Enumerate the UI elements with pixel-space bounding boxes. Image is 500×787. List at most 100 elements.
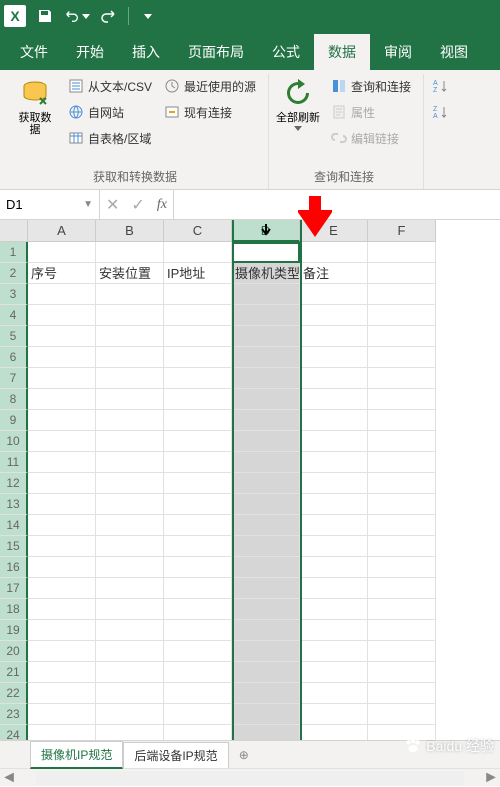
cell[interactable] bbox=[164, 326, 232, 347]
formula-input[interactable] bbox=[174, 190, 500, 219]
refresh-all-button[interactable]: 全部刷新 bbox=[273, 74, 323, 166]
cell[interactable] bbox=[300, 347, 368, 368]
cell[interactable] bbox=[300, 389, 368, 410]
cell[interactable] bbox=[28, 389, 96, 410]
cell[interactable] bbox=[232, 641, 300, 662]
cell[interactable] bbox=[28, 683, 96, 704]
cell[interactable] bbox=[368, 284, 436, 305]
cell[interactable] bbox=[96, 620, 164, 641]
cell[interactable] bbox=[232, 683, 300, 704]
row-header[interactable]: 21 bbox=[0, 662, 28, 683]
row-header[interactable]: 16 bbox=[0, 557, 28, 578]
cell[interactable] bbox=[368, 242, 436, 263]
row-header[interactable]: 18 bbox=[0, 599, 28, 620]
cell[interactable] bbox=[232, 452, 300, 473]
cell[interactable] bbox=[96, 704, 164, 725]
cell[interactable] bbox=[28, 725, 96, 740]
cell[interactable] bbox=[232, 368, 300, 389]
cell[interactable] bbox=[300, 368, 368, 389]
cell[interactable] bbox=[28, 347, 96, 368]
cell[interactable] bbox=[368, 662, 436, 683]
cell[interactable] bbox=[164, 725, 232, 740]
row-header[interactable]: 19 bbox=[0, 620, 28, 641]
cell[interactable] bbox=[28, 515, 96, 536]
cell[interactable] bbox=[164, 368, 232, 389]
tab-file[interactable]: 文件 bbox=[6, 34, 62, 70]
cell[interactable] bbox=[232, 704, 300, 725]
cell[interactable] bbox=[28, 473, 96, 494]
sheet-tab[interactable]: 后端设备IP规范 bbox=[123, 742, 228, 768]
row-header[interactable]: 12 bbox=[0, 473, 28, 494]
cell[interactable] bbox=[300, 683, 368, 704]
cell[interactable] bbox=[368, 452, 436, 473]
cell[interactable] bbox=[232, 578, 300, 599]
cell[interactable] bbox=[96, 473, 164, 494]
cell[interactable] bbox=[368, 305, 436, 326]
scroll-left-icon[interactable]: ◄ bbox=[0, 769, 18, 787]
row-header[interactable]: 14 bbox=[0, 515, 28, 536]
tab-formulas[interactable]: 公式 bbox=[258, 34, 314, 70]
cell[interactable] bbox=[368, 704, 436, 725]
cell[interactable]: IP地址 bbox=[164, 263, 232, 284]
cell[interactable] bbox=[232, 473, 300, 494]
cell[interactable] bbox=[96, 662, 164, 683]
cell[interactable] bbox=[96, 326, 164, 347]
cell[interactable] bbox=[232, 242, 300, 263]
confirm-icon[interactable]: ✓ bbox=[131, 195, 144, 215]
cell[interactable] bbox=[164, 389, 232, 410]
row-header[interactable]: 15 bbox=[0, 536, 28, 557]
cell[interactable]: 安装位置 bbox=[96, 263, 164, 284]
row-header[interactable]: 6 bbox=[0, 347, 28, 368]
cell[interactable] bbox=[300, 704, 368, 725]
cell[interactable] bbox=[368, 431, 436, 452]
cell[interactable] bbox=[164, 620, 232, 641]
row-header[interactable]: 22 bbox=[0, 683, 28, 704]
cell[interactable]: 摄像机类型 bbox=[232, 263, 300, 284]
cell[interactable] bbox=[368, 410, 436, 431]
cell[interactable] bbox=[368, 620, 436, 641]
cell[interactable] bbox=[28, 452, 96, 473]
cell[interactable] bbox=[96, 284, 164, 305]
qat-customize-button[interactable] bbox=[135, 3, 161, 29]
cell[interactable] bbox=[368, 557, 436, 578]
cell[interactable] bbox=[368, 578, 436, 599]
tab-pagelayout[interactable]: 页面布局 bbox=[174, 34, 258, 70]
cell[interactable] bbox=[368, 599, 436, 620]
cell[interactable]: 序号 bbox=[28, 263, 96, 284]
cell[interactable] bbox=[164, 452, 232, 473]
cell[interactable] bbox=[96, 578, 164, 599]
cell[interactable] bbox=[368, 368, 436, 389]
cell[interactable] bbox=[28, 641, 96, 662]
cell[interactable] bbox=[96, 494, 164, 515]
column-header[interactable]: B bbox=[96, 220, 164, 242]
cell[interactable] bbox=[28, 284, 96, 305]
cell[interactable] bbox=[232, 431, 300, 452]
cell[interactable] bbox=[28, 410, 96, 431]
cell[interactable] bbox=[28, 494, 96, 515]
row-header[interactable]: 3 bbox=[0, 284, 28, 305]
cell[interactable] bbox=[96, 515, 164, 536]
cell[interactable]: 备注 bbox=[300, 263, 368, 284]
fx-icon[interactable]: fx bbox=[157, 197, 167, 213]
cell[interactable] bbox=[28, 368, 96, 389]
cell[interactable] bbox=[300, 284, 368, 305]
cell[interactable] bbox=[300, 536, 368, 557]
cell[interactable] bbox=[164, 347, 232, 368]
cell[interactable] bbox=[368, 641, 436, 662]
cell[interactable] bbox=[96, 599, 164, 620]
cell[interactable] bbox=[300, 494, 368, 515]
row-header[interactable]: 23 bbox=[0, 704, 28, 725]
redo-button[interactable] bbox=[96, 3, 122, 29]
cell[interactable] bbox=[368, 515, 436, 536]
sort-za-button[interactable]: ZA bbox=[428, 100, 452, 124]
column-header[interactable]: F bbox=[368, 220, 436, 242]
sort-az-button[interactable]: AZ bbox=[428, 74, 452, 98]
cell[interactable] bbox=[164, 284, 232, 305]
cell[interactable] bbox=[28, 305, 96, 326]
cell[interactable] bbox=[300, 641, 368, 662]
tab-data[interactable]: 数据 bbox=[314, 34, 370, 70]
from-csv-button[interactable]: 从文本/CSV bbox=[64, 74, 156, 98]
cell[interactable] bbox=[300, 578, 368, 599]
edit-links-button[interactable]: 编辑链接 bbox=[327, 126, 415, 150]
add-sheet-button[interactable]: ⊕ bbox=[229, 744, 255, 766]
